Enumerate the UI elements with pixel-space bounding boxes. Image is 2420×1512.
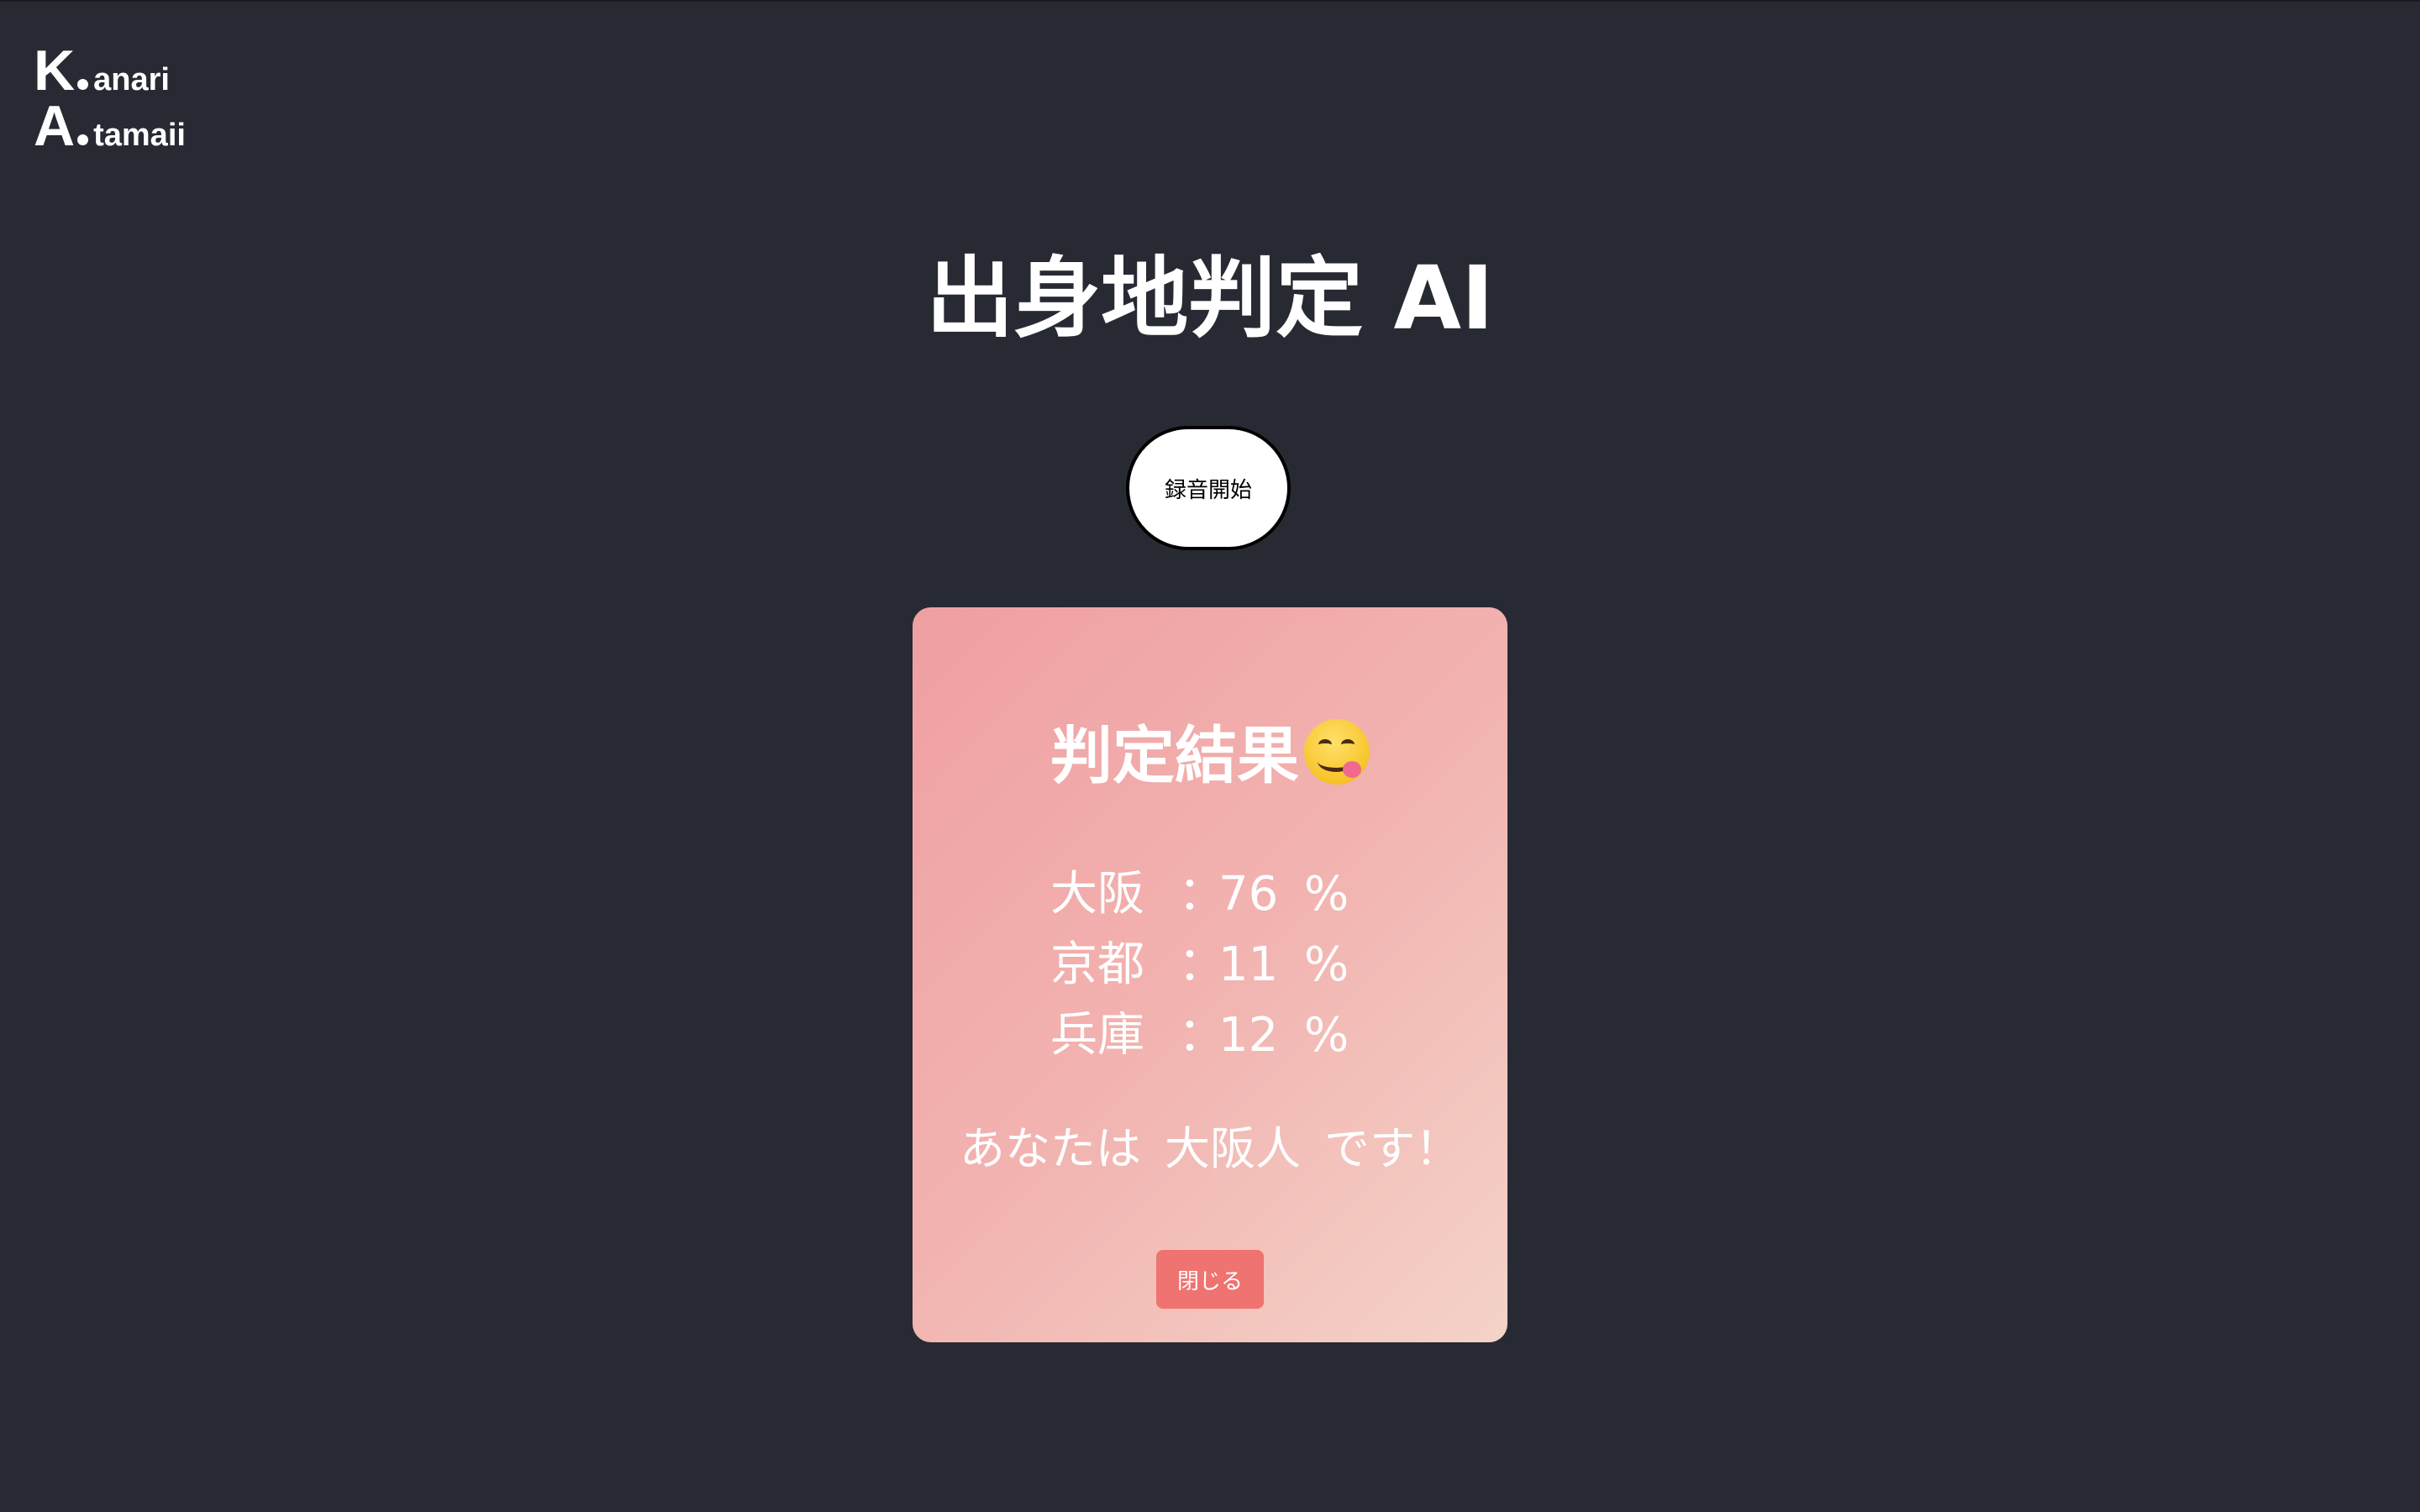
score-unit: % xyxy=(1304,1008,1349,1063)
logo-line-2: Atamaii xyxy=(34,97,186,155)
score-value: 12 xyxy=(1218,1008,1279,1063)
logo-word-tamaii: tamaii xyxy=(93,118,186,153)
logo-line-1: Kanari xyxy=(34,42,170,99)
score-row-osaka: 大阪 ： 76 % xyxy=(1050,859,1403,930)
top-border xyxy=(0,0,2420,2)
score-row-kyoto: 京都 ： 11 % xyxy=(1050,930,1403,1000)
verdict-text: あなたは 大阪人 です！ xyxy=(913,1116,1507,1183)
emoji-tongue xyxy=(1343,761,1361,778)
result-title-text: 判定結果 xyxy=(1050,719,1299,792)
logo-dot xyxy=(77,134,89,145)
logo-dot xyxy=(77,79,89,90)
score-unit: % xyxy=(1304,867,1349,921)
emoji-left-eye xyxy=(1318,739,1332,750)
logo-word-anari: anari xyxy=(93,62,170,97)
score-unit: % xyxy=(1304,937,1349,992)
close-button[interactable]: 閉じる xyxy=(1156,1250,1264,1309)
score-list: 大阪 ： 76 % 京都 ： 11 % 兵庫 ： 12 % xyxy=(1050,859,1403,1071)
score-region: 兵庫 xyxy=(1050,1008,1144,1063)
verdict-prefix: あなたは xyxy=(960,1122,1141,1175)
result-title: 判定結果 xyxy=(913,706,1507,794)
savoring-food-face-icon xyxy=(1304,719,1370,785)
score-value: 11 xyxy=(1218,937,1279,992)
verdict-result: 大阪人 xyxy=(1165,1122,1301,1175)
page-title: 出身地判定 AI xyxy=(926,247,1494,349)
emoji-right-eye xyxy=(1341,739,1355,750)
record-start-button[interactable]: 録音開始 xyxy=(1126,426,1291,550)
result-card: 判定結果 大阪 ： 76 % 京都 ： 11 % 兵庫 ： 12 % あなたは大… xyxy=(913,607,1507,1342)
logo: Kanari Atamaii xyxy=(34,42,252,160)
logo-initial-a: A xyxy=(34,94,76,158)
score-region: 京都 xyxy=(1050,937,1144,992)
verdict-suffix: です！ xyxy=(1324,1122,1460,1175)
score-value: 76 xyxy=(1218,867,1279,921)
logo-initial-k: K xyxy=(34,39,76,102)
score-region: 大阪 xyxy=(1050,867,1144,921)
score-row-hyogo: 兵庫 ： 12 % xyxy=(1050,1000,1403,1071)
